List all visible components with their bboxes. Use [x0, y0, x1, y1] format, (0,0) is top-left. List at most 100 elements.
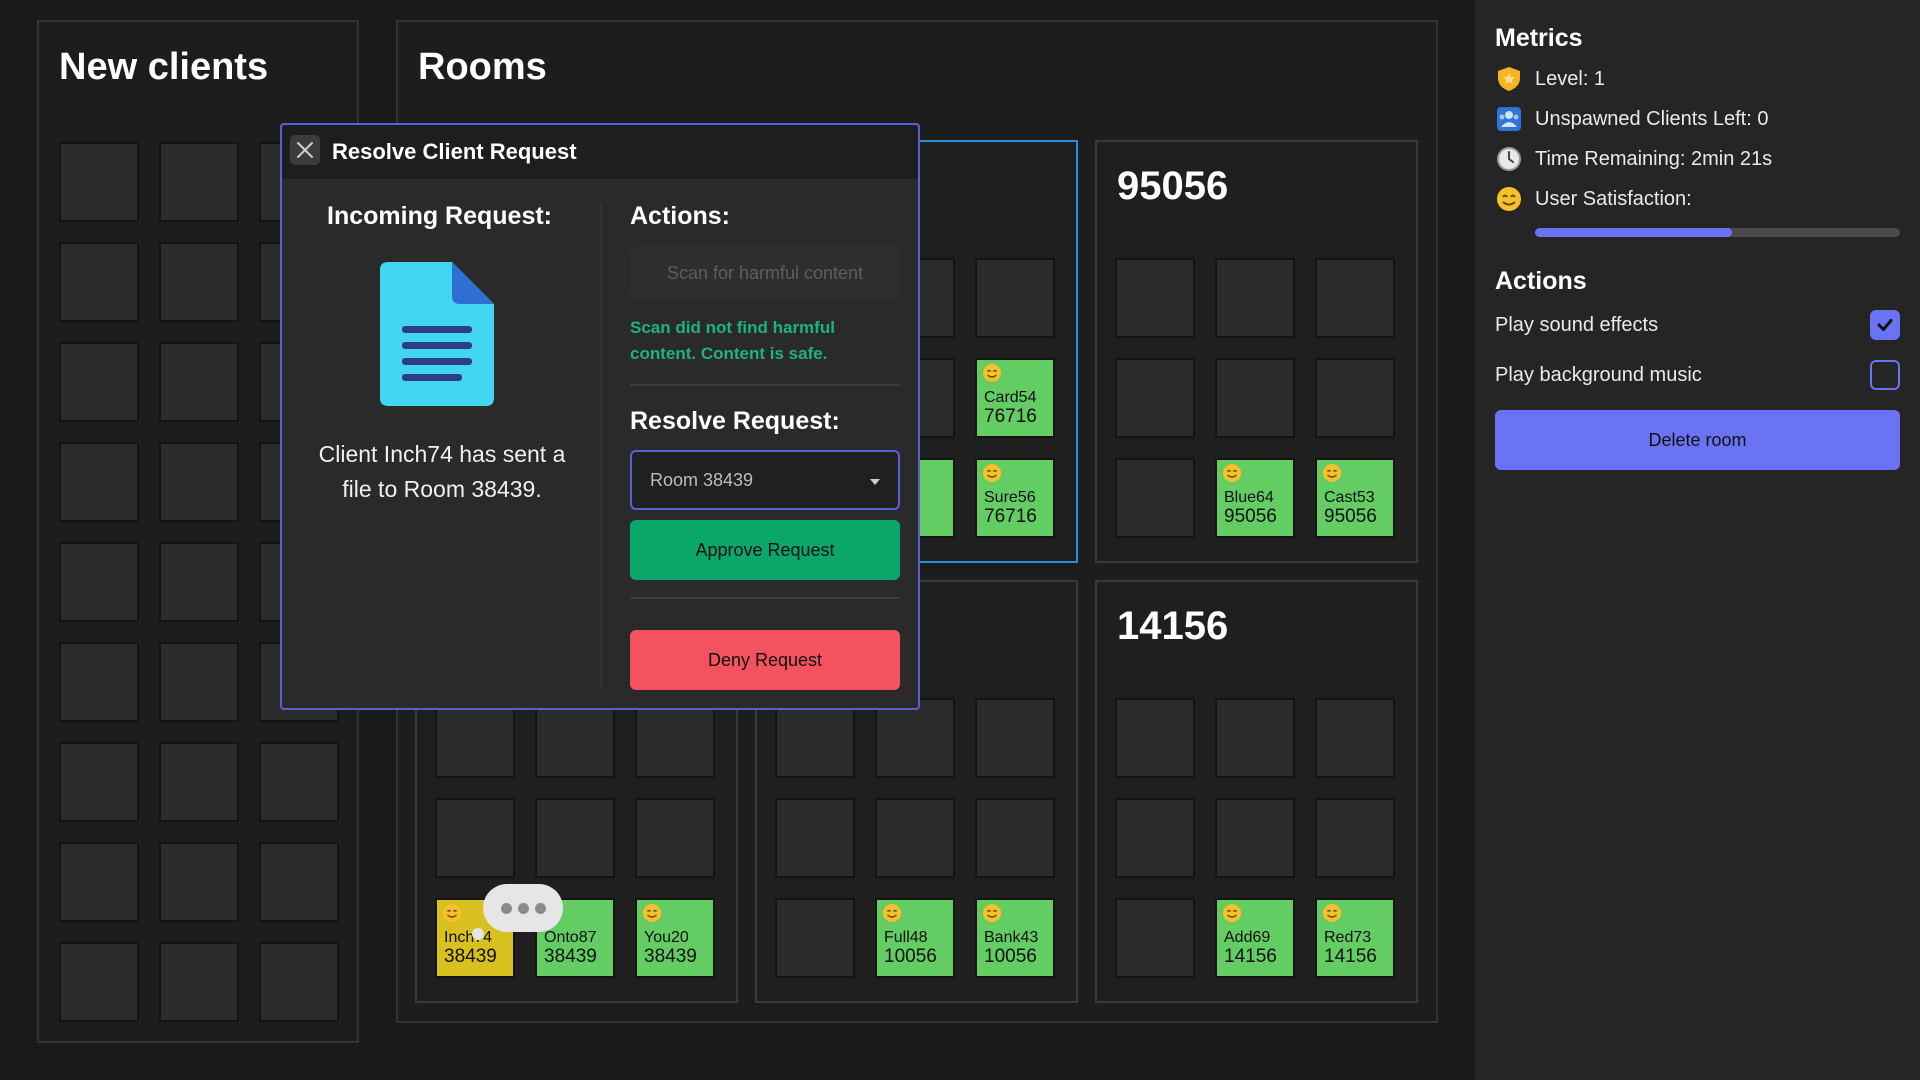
empty-room-slot[interactable] — [1115, 698, 1195, 778]
empty-client-slot[interactable] — [59, 442, 139, 522]
client-tile-add69[interactable]: Add69 14156 — [1215, 898, 1295, 978]
empty-room-slot[interactable] — [435, 698, 515, 778]
empty-room-slot[interactable] — [975, 698, 1055, 778]
rooms-title: Rooms — [418, 46, 547, 88]
chevron-down-icon — [870, 479, 880, 485]
satisfaction-progress-fill — [1535, 228, 1733, 237]
deny-request-button[interactable]: Deny Request — [630, 630, 900, 690]
empty-room-slot[interactable] — [1215, 358, 1295, 438]
empty-room-slot[interactable] — [1115, 798, 1195, 878]
empty-room-slot[interactable] — [875, 798, 955, 878]
empty-client-slot[interactable] — [159, 342, 239, 422]
empty-room-slot[interactable] — [535, 698, 615, 778]
smiley-icon — [882, 903, 902, 923]
empty-room-slot[interactable] — [1115, 358, 1195, 438]
sound-effects-option[interactable]: Play sound effects — [1495, 310, 1900, 340]
background-music-option[interactable]: Play background music — [1495, 360, 1900, 390]
empty-client-slot[interactable] — [59, 742, 139, 822]
client-tile-sure56[interactable]: Sure56 76716 — [975, 458, 1055, 538]
empty-client-slot[interactable] — [159, 742, 239, 822]
empty-client-slot[interactable] — [59, 942, 139, 1022]
client-tile-bank43[interactable]: Bank43 10056 — [975, 898, 1055, 978]
scan-content-button[interactable]: Scan for harmful content — [630, 246, 900, 300]
empty-room-slot[interactable] — [1315, 358, 1395, 438]
sound-effects-checkbox[interactable] — [1870, 310, 1900, 340]
shield-icon — [1498, 67, 1520, 91]
empty-client-slot[interactable] — [59, 842, 139, 922]
empty-room-slot[interactable] — [975, 258, 1055, 338]
smiley-icon — [982, 363, 1002, 383]
empty-room-slot[interactable] — [435, 798, 515, 878]
empty-room-slot[interactable] — [635, 698, 715, 778]
empty-client-slot[interactable] — [159, 842, 239, 922]
empty-room-slot[interactable] — [1215, 258, 1295, 338]
approve-request-button[interactable]: Approve Request — [630, 520, 900, 580]
empty-room-slot[interactable] — [875, 698, 955, 778]
client-room: 95056 — [1324, 506, 1377, 527]
modal-header: Resolve Client Request — [282, 125, 918, 179]
empty-client-slot[interactable] — [59, 142, 139, 222]
client-name: Sure56 — [984, 489, 1036, 506]
client-tile-you20[interactable]: You20 38439 — [635, 898, 715, 978]
client-tile-blue64[interactable]: Blue64 95056 — [1215, 458, 1295, 538]
background-music-checkbox[interactable] — [1870, 360, 1900, 390]
empty-client-slot[interactable] — [159, 642, 239, 722]
smiley-icon — [442, 903, 462, 923]
client-tile-full48[interactable]: Full48 10056 — [875, 898, 955, 978]
client-room: 76716 — [984, 506, 1037, 527]
empty-client-slot[interactable] — [59, 242, 139, 322]
empty-room-slot[interactable] — [975, 798, 1055, 878]
client-room: 10056 — [884, 946, 937, 967]
client-room: 38439 — [544, 946, 597, 967]
modal-column-divider — [600, 203, 602, 688]
empty-client-slot[interactable] — [159, 942, 239, 1022]
empty-client-slot[interactable] — [159, 242, 239, 322]
empty-room-slot[interactable] — [535, 798, 615, 878]
empty-client-slot[interactable] — [259, 742, 339, 822]
empty-client-slot[interactable] — [159, 442, 239, 522]
empty-room-slot[interactable] — [1115, 458, 1195, 538]
empty-client-slot[interactable] — [59, 642, 139, 722]
client-tile-card54[interactable]: Card54 76716 — [975, 358, 1055, 438]
unspawned-metric: Unspawned Clients Left: 0 — [1495, 105, 1768, 133]
checkmark-icon — [1877, 319, 1893, 331]
empty-client-slot[interactable] — [259, 842, 339, 922]
client-tile-red73[interactable]: Red73 14156 — [1315, 898, 1395, 978]
empty-room-slot[interactable] — [1115, 898, 1195, 978]
empty-room-slot[interactable] — [1315, 258, 1395, 338]
empty-room-slot[interactable] — [635, 798, 715, 878]
resolve-request-heading: Resolve Request: — [630, 407, 840, 435]
client-tile-cast53[interactable]: Cast53 95056 — [1315, 458, 1395, 538]
empty-room-slot[interactable] — [1215, 698, 1295, 778]
empty-room-slot[interactable] — [1315, 798, 1395, 878]
smiley-icon — [982, 903, 1002, 923]
close-button[interactable] — [290, 135, 320, 165]
empty-room-slot[interactable] — [775, 698, 855, 778]
empty-room-slot[interactable] — [1315, 698, 1395, 778]
request-description: Client Inch74 has sent a file to Room 38… — [318, 441, 566, 502]
empty-room-slot[interactable] — [775, 898, 855, 978]
empty-client-slot[interactable] — [159, 542, 239, 622]
background-music-label: Play background music — [1495, 363, 1702, 386]
smiley-icon — [1322, 903, 1342, 923]
close-icon — [297, 142, 313, 158]
room-select[interactable]: Room 38439 — [630, 450, 900, 510]
new-clients-title: New clients — [59, 46, 269, 88]
satisfaction-label: User Satisfaction: — [1535, 187, 1692, 210]
speech-bubble-icon[interactable] — [483, 884, 563, 932]
empty-room-slot[interactable] — [1115, 258, 1195, 338]
speech-bubble-tail — [472, 928, 484, 940]
empty-client-slot[interactable] — [159, 142, 239, 222]
empty-client-slot[interactable] — [59, 542, 139, 622]
empty-client-slot[interactable] — [59, 342, 139, 422]
empty-client-slot[interactable] — [259, 942, 339, 1022]
scan-result-text: Scan did not find harmful content. Conte… — [630, 318, 835, 363]
empty-room-slot[interactable] — [775, 798, 855, 878]
delete-room-button[interactable]: Delete room — [1495, 410, 1900, 470]
empty-room-slot[interactable] — [1215, 798, 1295, 878]
level-metric: Level: 1 — [1495, 65, 1605, 93]
smiley-icon — [982, 463, 1002, 483]
users-icon — [1497, 107, 1521, 131]
actions-heading: Actions: — [630, 202, 730, 230]
resolve-request-modal: Resolve Client Request Incoming Request:… — [280, 123, 920, 710]
